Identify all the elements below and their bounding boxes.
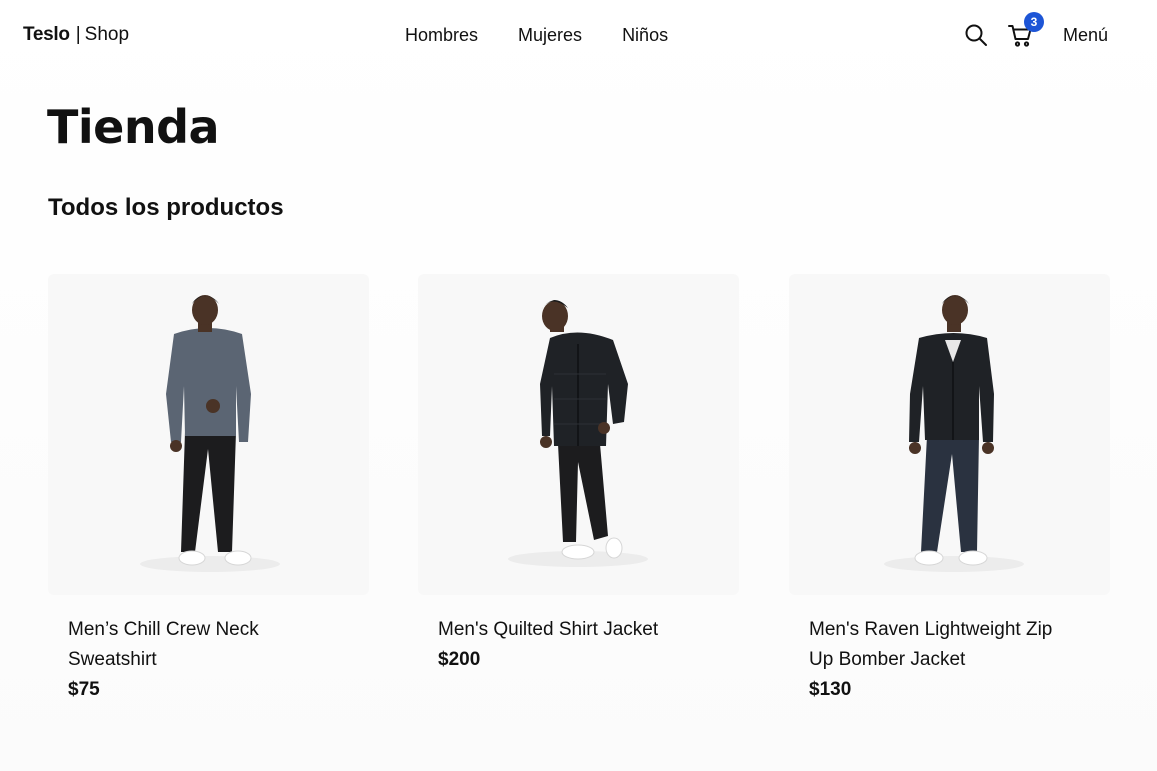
category-nav: Hombres Mujeres Niños [405,23,668,47]
nav-link-mujeres[interactable]: Mujeres [518,23,582,47]
logo-separator: | [75,24,81,45]
product-card[interactable]: Men’s Chill Crew Neck Sweatshirt $75 [48,274,369,705]
search-icon[interactable] [962,21,990,49]
product-price: $200 [438,649,481,670]
logo-shop: Shop [84,24,130,45]
nav-link-hombres[interactable]: Hombres [405,23,478,47]
product-price: $75 [68,679,100,700]
shop-page: Teslo | Shop Hombres Mujeres Niños 3 Men… [0,0,1157,771]
product-image[interactable] [418,274,739,595]
product-grid: Men’s Chill Crew Neck Sweatshirt $75 Men… [48,274,1110,714]
product-card[interactable]: Men's Quilted Shirt Jacket $200 [418,274,739,675]
product-title[interactable]: Men's Raven Lightweight Zip Up Bomber Ja… [809,615,1079,675]
product-title[interactable]: Men’s Chill Crew Neck Sweatshirt [68,615,338,675]
menu-button[interactable]: Menú [1063,23,1108,47]
nav-link-ninos[interactable]: Niños [622,23,668,47]
cart-count-badge[interactable]: 3 [1024,12,1044,32]
product-card[interactable]: Men's Raven Lightweight Zip Up Bomber Ja… [789,274,1110,705]
page-subtitle: Todos los productos [48,194,284,221]
header-actions: 3 Menú [960,12,1140,52]
site-logo[interactable]: Teslo | Shop [23,23,129,47]
product-image[interactable] [789,274,1110,595]
product-title[interactable]: Men's Quilted Shirt Jacket [438,615,708,645]
page-title: Tienda [47,100,220,154]
product-price: $130 [809,679,852,700]
product-image[interactable] [48,274,369,595]
top-navbar: Teslo | Shop Hombres Mujeres Niños 3 Men… [0,0,1157,70]
logo-brand: Teslo [23,24,70,45]
